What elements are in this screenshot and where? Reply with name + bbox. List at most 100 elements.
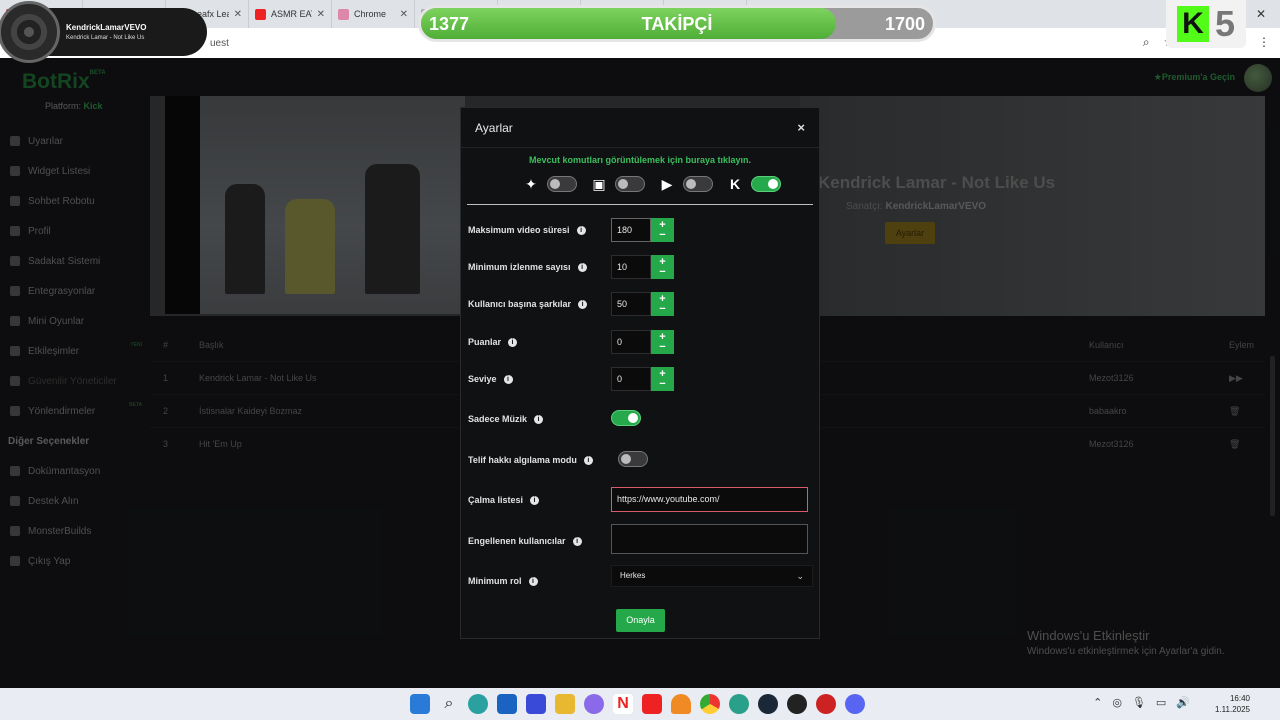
divider: [467, 204, 813, 205]
music-only-row: Sadece Müzik i: [468, 404, 809, 434]
points-row: Puanlar i 0 + −: [468, 327, 809, 357]
close-tab-icon[interactable]: ✕: [400, 9, 408, 20]
music-only-label: Sadece Müzik: [468, 414, 528, 424]
level-input[interactable]: 0: [611, 367, 651, 391]
platform-toggle[interactable]: [615, 176, 645, 192]
minus-icon[interactable]: −: [659, 342, 665, 353]
blocked-users-input[interactable]: [611, 524, 808, 554]
platform-toggle[interactable]: [547, 176, 577, 192]
kick-icon: K: [729, 176, 741, 192]
close-window-icon[interactable]: ✕: [1256, 7, 1266, 21]
points-label: Puanlar: [468, 337, 502, 347]
info-icon[interactable]: i: [528, 576, 538, 586]
minus-icon[interactable]: −: [659, 379, 665, 390]
max-duration-input[interactable]: 180: [611, 218, 651, 242]
start-icon[interactable]: [410, 694, 430, 714]
level-stepper: 0 + −: [611, 367, 674, 391]
app-icon[interactable]: [526, 694, 546, 714]
plus-minus-button[interactable]: + −: [651, 255, 674, 279]
info-icon[interactable]: i: [503, 374, 513, 384]
app-tray-icon[interactable]: ◎: [1112, 696, 1122, 709]
edge-alt-icon[interactable]: [729, 694, 749, 714]
youtube-icon[interactable]: [642, 694, 662, 714]
minus-icon[interactable]: −: [659, 304, 665, 315]
zoom-icon[interactable]: ⌕: [1143, 35, 1150, 50]
volume-icon[interactable]: 🔊: [1176, 696, 1190, 709]
settings-modal: Ayarlar × Mevcut komutları görüntülemek …: [460, 107, 820, 639]
copilot-icon[interactable]: [584, 694, 604, 714]
per-user-row: Kullanıcı başına şarkılar i 50 + −: [468, 289, 809, 319]
info-icon[interactable]: i: [577, 262, 587, 272]
music-only-toggle[interactable]: [611, 410, 641, 426]
follower-goal: 1700: [884, 14, 925, 34]
info-icon[interactable]: i: [578, 299, 588, 309]
outlook-icon[interactable]: [497, 694, 517, 714]
platform-toggle[interactable]: [683, 176, 713, 192]
level-row: Seviye i 0 + −: [468, 364, 809, 394]
netflix-icon[interactable]: N: [613, 694, 633, 714]
steam-icon[interactable]: [758, 694, 778, 714]
follower-count: 1377: [429, 14, 470, 34]
plus-minus-button[interactable]: + −: [651, 330, 674, 354]
minus-icon[interactable]: −: [659, 267, 665, 278]
max-duration-row: Maksimum video süresi i 180 + −: [468, 215, 809, 245]
kick-count: 5: [1214, 3, 1236, 44]
min-views-input[interactable]: 10: [611, 255, 651, 279]
minus-icon[interactable]: −: [659, 230, 665, 241]
min-role-value: Herkes: [620, 571, 646, 580]
modal-title: Ayarlar: [475, 120, 513, 135]
confirm-button[interactable]: Onayla: [616, 609, 665, 632]
mic-icon[interactable]: 🎙: [1132, 696, 1146, 709]
discord-icon[interactable]: [845, 694, 865, 714]
tab-favicon-icon: [255, 8, 266, 20]
browser-tab[interactable]: Chrome ✕: [332, 0, 415, 28]
kick-logo-icon: K: [1176, 6, 1209, 42]
close-icon[interactable]: ×: [797, 120, 805, 135]
clock[interactable]: 16:40 1.11.2025: [1215, 693, 1250, 715]
info-icon[interactable]: i: [583, 455, 593, 465]
chevron-down-icon: ⌄: [796, 571, 804, 581]
blocked-users-row: Engellenen kullanıcılar i: [468, 524, 809, 556]
close-tab-icon[interactable]: ✕: [317, 9, 325, 20]
commands-link[interactable]: Mevcut komutları görüntülemek için buray…: [461, 155, 819, 165]
info-icon[interactable]: i: [508, 337, 518, 347]
info-icon[interactable]: i: [576, 225, 586, 235]
cloud-icon[interactable]: [671, 694, 691, 714]
min-views-stepper: 10 + −: [611, 255, 674, 279]
plus-minus-button[interactable]: + −: [651, 367, 674, 391]
per-user-input[interactable]: 50: [611, 292, 651, 316]
menu-icon[interactable]: ⋮: [1258, 35, 1270, 50]
close-tab-icon[interactable]: ✕: [234, 9, 242, 20]
search-icon[interactable]: ⌕: [439, 694, 459, 714]
browser-tab[interactable]: ASMR EAT ✕: [249, 0, 332, 28]
folder-icon[interactable]: [555, 694, 575, 714]
now-playing-overlay: KendrickLamarVEVO Kendrick Lamar - Not L…: [0, 1, 207, 63]
info-icon[interactable]: i: [530, 495, 540, 505]
edge-icon[interactable]: [468, 694, 488, 714]
min-views-row: Minimum izlenme sayısı i 10 + −: [468, 252, 809, 282]
min-views-label: Minimum izlenme sayısı: [468, 262, 571, 272]
overlay-track: Kendrick Lamar - Not Like Us: [66, 35, 145, 41]
network-icon[interactable]: ▭: [1156, 696, 1166, 709]
plus-minus-button[interactable]: + −: [651, 218, 674, 242]
plus-minus-button[interactable]: + −: [651, 292, 674, 316]
tab-label: Chrome: [354, 9, 387, 19]
max-duration-label: Maksimum video süresi: [468, 225, 570, 235]
chrome-icon[interactable]: [700, 694, 720, 714]
url-fragment: uest: [210, 37, 229, 49]
points-input[interactable]: 0: [611, 330, 651, 354]
chevron-up-icon[interactable]: ⌃: [1093, 696, 1102, 709]
overlay-channel: KendrickLamarVEVO: [66, 23, 147, 32]
playlist-input[interactable]: https://www.youtube.com/: [611, 487, 808, 512]
clock-date: 1.11.2025: [1215, 705, 1250, 714]
points-stepper: 0 + −: [611, 330, 674, 354]
min-role-select[interactable]: Herkes ⌄: [611, 565, 813, 587]
info-icon[interactable]: i: [572, 536, 582, 546]
obs-icon[interactable]: [787, 694, 807, 714]
kick-counter-overlay: K 5: [1166, 0, 1246, 48]
platform-toggle[interactable]: [751, 176, 781, 192]
record-icon[interactable]: [816, 694, 836, 714]
info-icon[interactable]: i: [534, 414, 544, 424]
copyright-toggle[interactable]: [618, 451, 648, 467]
level-label: Seviye: [468, 374, 497, 384]
